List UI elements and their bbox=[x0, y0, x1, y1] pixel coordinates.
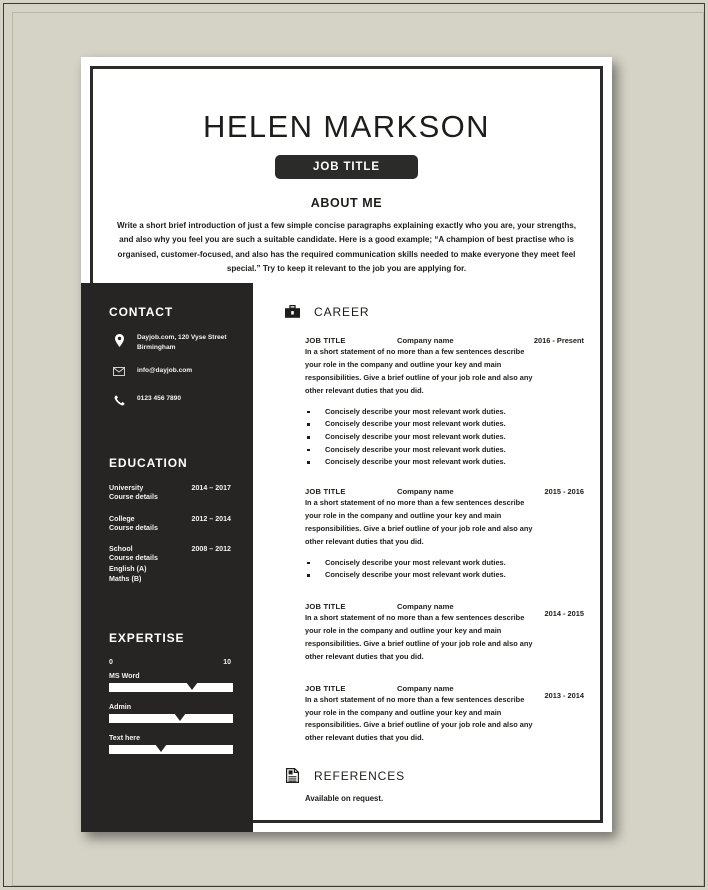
expertise-heading: EXPERTISE bbox=[109, 630, 185, 645]
career-section-header: CAREER bbox=[284, 303, 600, 320]
education-institution: School bbox=[109, 545, 133, 554]
references-heading: REFERENCES bbox=[314, 768, 406, 783]
career-description: In a short statement of no more than a f… bbox=[305, 694, 533, 743]
address-line-2: Birmingham bbox=[137, 344, 176, 352]
education-detail: Course details bbox=[109, 554, 158, 563]
briefcase-icon bbox=[284, 303, 301, 320]
contact-email[interactable]: info@dayjob.com bbox=[129, 366, 192, 376]
career-job-title: JOB TITLE bbox=[305, 683, 346, 693]
education-item-header: School 2008 – 2012 bbox=[109, 545, 235, 553]
skill-label: MS Word bbox=[109, 671, 140, 680]
skill-marker[interactable] bbox=[173, 712, 186, 721]
career-company: Company name bbox=[397, 683, 454, 693]
career-bullet: Concisely describe your most relevant wo… bbox=[305, 431, 600, 444]
career-description: In a short statement of no more than a f… bbox=[305, 613, 533, 661]
education-years: 2014 – 2017 bbox=[191, 484, 231, 493]
references-section-header: REFERENCES bbox=[284, 767, 600, 784]
envelope-icon bbox=[109, 367, 129, 381]
career-bullet: Concisely describe your most relevant wo… bbox=[305, 418, 600, 431]
contact-heading: CONTACT bbox=[109, 305, 174, 319]
contact-item-email: info@dayjob.com bbox=[109, 366, 235, 381]
education-institution: University bbox=[109, 484, 144, 493]
skill-item: Text here bbox=[109, 734, 235, 754]
skill-bar[interactable] bbox=[109, 743, 233, 754]
scale-max-label: 10 bbox=[223, 658, 231, 666]
career-date: 2014 - 2015 bbox=[544, 609, 584, 619]
expertise-scale: 0 10 bbox=[109, 659, 235, 666]
skill-item: MS Word bbox=[109, 672, 235, 692]
career-entry: 2014 - 2015 JOB TITLE Company name In a … bbox=[284, 602, 600, 664]
resume-header: HELEN MARKSON JOB TITLE ABOUT ME Write a… bbox=[93, 69, 600, 277]
education-item: College 2012 – 2014 Course details bbox=[109, 515, 235, 533]
document-icon bbox=[284, 767, 301, 784]
skill-marker[interactable] bbox=[186, 681, 199, 690]
career-job-title: JOB TITLE bbox=[305, 487, 346, 497]
about-me-text: Write a short brief introduction of just… bbox=[116, 221, 577, 274]
skill-bar[interactable] bbox=[109, 712, 233, 723]
job-title-badge: JOB TITLE bbox=[275, 155, 418, 179]
skill-label: Text here bbox=[109, 733, 141, 742]
education-item: School 2008 – 2012 Course details Englis… bbox=[109, 545, 235, 584]
contact-item-phone: 0123 456 7890 bbox=[109, 394, 235, 409]
education-detail: Maths (B) bbox=[109, 575, 142, 584]
career-job-title: JOB TITLE bbox=[305, 602, 346, 612]
career-date: 2013 - 2014 bbox=[544, 690, 584, 700]
about-me-heading: ABOUT ME bbox=[310, 196, 383, 210]
career-entry: 2015 - 2016 JOB TITLE Company name In a … bbox=[284, 487, 600, 582]
skill-label: Admin bbox=[109, 702, 132, 711]
career-bullets: Concisely describe your most relevant wo… bbox=[305, 406, 600, 470]
phone-icon bbox=[109, 395, 129, 409]
career-entry: 2013 - 2014 JOB TITLE Company name In a … bbox=[284, 684, 600, 746]
skill-bar[interactable] bbox=[109, 681, 233, 692]
contact-section: CONTACT Dayjob.com, 120 Vyse Street Birm… bbox=[81, 305, 253, 409]
career-bullet: Concisely describe your most relevant wo… bbox=[305, 406, 600, 419]
expertise-section: EXPERTISE 0 10 MS Word Admin Text here bbox=[81, 631, 253, 754]
education-years: 2008 – 2012 bbox=[191, 545, 231, 554]
contact-phone: 0123 456 7890 bbox=[137, 395, 182, 403]
career-date: 2015 - 2016 bbox=[544, 487, 584, 497]
career-company: Company name bbox=[397, 336, 454, 345]
career-description: In a short statement of no more than a f… bbox=[305, 347, 533, 395]
contact-address: Dayjob.com, 120 Vyse Street Birmingham bbox=[129, 333, 227, 353]
career-entry: 2016 - Present JOB TITLE Company name In… bbox=[284, 336, 600, 469]
address-line-1: Dayjob.com, 120 Vyse Street bbox=[137, 334, 227, 341]
scale-min-label: 0 bbox=[109, 658, 113, 666]
references-text: Available on request. bbox=[305, 794, 384, 804]
education-item-header: College 2012 – 2014 bbox=[109, 515, 235, 523]
career-heading: CAREER bbox=[314, 304, 370, 319]
education-item: University 2014 – 2017 Course details bbox=[109, 484, 235, 502]
education-detail: English (A) bbox=[109, 564, 147, 573]
education-detail: Course details bbox=[109, 493, 158, 502]
contact-item-address: Dayjob.com, 120 Vyse Street Birmingham bbox=[109, 333, 235, 353]
page-title: HELEN MARKSON bbox=[203, 109, 490, 144]
main-content: CAREER 2016 - Present JOB TITLE Company … bbox=[253, 283, 600, 820]
career-description: In a short statement of no more than a f… bbox=[305, 498, 533, 546]
career-company: Company name bbox=[397, 602, 454, 612]
career-date: 2016 - Present bbox=[533, 336, 584, 345]
career-bullet: Concisely describe your most relevant wo… bbox=[305, 444, 600, 457]
education-section: EDUCATION University 2014 – 2017 Course … bbox=[81, 456, 253, 584]
education-detail: Course details bbox=[109, 523, 158, 532]
career-company: Company name bbox=[397, 487, 454, 497]
skill-marker[interactable] bbox=[155, 743, 168, 752]
job-title-badge-wrap: JOB TITLE bbox=[93, 155, 600, 179]
location-pin-icon bbox=[109, 334, 129, 348]
education-institution: College bbox=[109, 514, 135, 523]
career-bullet: Concisely describe your most relevant wo… bbox=[305, 569, 600, 582]
career-bullet: Concisely describe your most relevant wo… bbox=[305, 456, 600, 469]
career-job-title: JOB TITLE bbox=[305, 336, 346, 345]
career-bullet: Concisely describe your most relevant wo… bbox=[305, 557, 600, 570]
career-bullets: Concisely describe your most relevant wo… bbox=[305, 557, 600, 582]
skill-item: Admin bbox=[109, 703, 235, 723]
education-years: 2012 – 2014 bbox=[191, 514, 231, 523]
resume-page: HELEN MARKSON JOB TITLE ABOUT ME Write a… bbox=[81, 57, 612, 832]
education-item-header: University 2014 – 2017 bbox=[109, 484, 235, 492]
education-heading: EDUCATION bbox=[109, 456, 188, 471]
sidebar: CONTACT Dayjob.com, 120 Vyse Street Birm… bbox=[81, 283, 253, 832]
